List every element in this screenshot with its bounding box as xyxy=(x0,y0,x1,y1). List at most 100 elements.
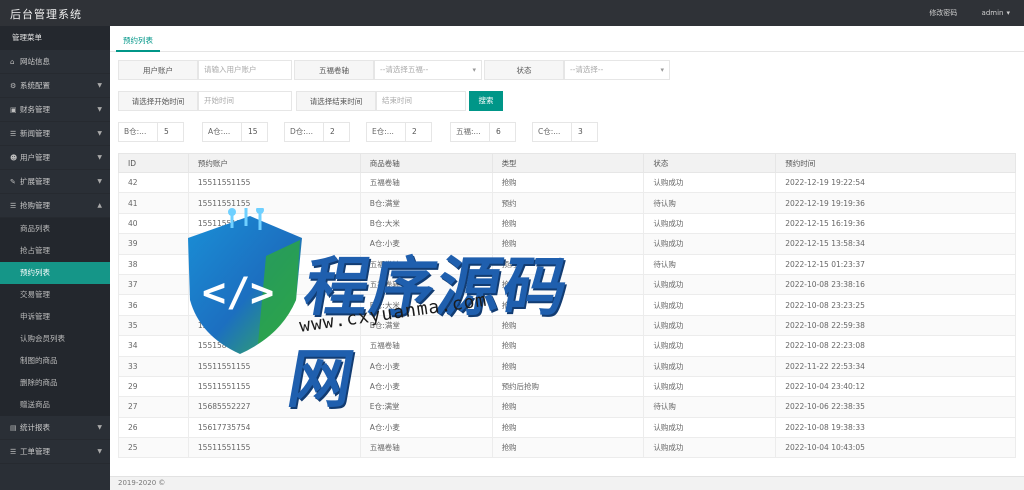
chevron-down-icon: ▼ xyxy=(97,424,102,431)
table-row[interactable]: 26 15617735754 A仓:小麦 抢购 认购成功 2022-10-08 19:38… xyxy=(118,416,1016,439)
user-menu[interactable]: admin xyxy=(982,9,1010,17)
sidebar-item-label: 财务管理 xyxy=(20,105,50,114)
table-cell: 15511551155 xyxy=(187,437,361,459)
users-icon: ☻ xyxy=(10,154,18,162)
sidebar-item-label: 用户管理 xyxy=(20,153,50,162)
table-cell: 2022-10-08 22:23:08 xyxy=(775,335,1016,357)
top-bar: 后台管理系统 修改密码 admin xyxy=(0,0,1024,26)
list-icon: ☰ xyxy=(10,130,17,138)
table-cell: 抢购 xyxy=(491,437,645,459)
chevron-down-icon: ▼ xyxy=(97,178,102,185)
table-row[interactable]: 40 15511551155 B仓:大米 抢购 认购成功 2022-12-15 16:19… xyxy=(118,212,1016,235)
sidebar-subitem[interactable]: 制图的商品 xyxy=(0,350,110,372)
table-cell: 29 xyxy=(118,375,189,398)
sidebar-item-6[interactable]: ☰ 抢购管理 ▲ xyxy=(0,194,110,218)
table-header-cell[interactable]: 类型 xyxy=(491,153,645,173)
chevron-down-icon: ▼ xyxy=(97,82,102,89)
stat-value: 3 xyxy=(571,123,597,141)
sidebar-subitem[interactable]: 预约列表 xyxy=(0,262,110,284)
list-icon: ☰ xyxy=(10,202,17,210)
tab-reservation-list[interactable]: 预约列表 xyxy=(116,34,160,52)
table-header-cell[interactable]: ID xyxy=(118,153,189,173)
sidebar-item-3[interactable]: ☰ 新闻管理 ▼ xyxy=(0,122,110,146)
table-row[interactable]: 35 15511557755 B仓:满堂 抢购 认购成功 2022-10-08 22:59… xyxy=(118,314,1016,337)
table-cell: A仓:小麦 xyxy=(359,355,493,377)
search-button[interactable]: 搜索 xyxy=(469,91,503,111)
table-header-cell[interactable]: 预约账户 xyxy=(187,153,361,173)
sidebar: 管理菜单 ⌂ 网站信息 ⚙ 系统配置 ▼ ▣ 财务管理 ▼ ☰ 新闻管理 ▼ ☻ 用户管理 ▼ ✎ 扩展管理 ▼… xyxy=(0,26,110,490)
status-select[interactable]: --请选择-- xyxy=(564,60,670,80)
user-account-input[interactable]: 请输入用户账户 xyxy=(198,60,292,80)
stat-label: B仓:... xyxy=(124,127,147,136)
product-select[interactable]: --请选择五福-- xyxy=(374,60,482,80)
sidebar-item-label: 新闻管理 xyxy=(20,129,50,138)
table-cell: 抢购 xyxy=(491,314,645,337)
sidebar-item-1[interactable]: ⚙ 系统配置 ▼ xyxy=(0,74,110,98)
sidebar-item-0[interactable]: ⌂ 网站信息 xyxy=(0,50,110,74)
table-cell: 2022-10-08 23:23:25 xyxy=(775,294,1016,316)
sidebar-item-5[interactable]: ✎ 扩展管理 ▼ xyxy=(0,170,110,194)
table-cell: 预约 xyxy=(491,253,645,275)
sidebar-subitem[interactable]: 删除的商品 xyxy=(0,372,110,394)
table-cell: 15511551155 xyxy=(187,375,361,398)
table-row[interactable]: 29 15511551155 A仓:小麦 预约后抢购 认购成功 2022-10-04 23… xyxy=(118,375,1016,398)
start-time-input[interactable]: 开始时间 xyxy=(198,91,292,111)
sidebar-subitem[interactable]: 交易管理 xyxy=(0,284,110,306)
sidebar-item-label: 系统配置 xyxy=(20,81,50,90)
table-row[interactable]: 38 15511551155 五福卷轴 预约 待认购 2022-12-15 01:23:3… xyxy=(118,253,1016,275)
sidebar-item-after-0[interactable]: ▤ 统计报表 ▼ xyxy=(0,416,110,440)
sidebar-item-label: 网站信息 xyxy=(20,57,50,66)
end-time-input[interactable]: 结束时间 xyxy=(376,91,466,111)
table-row[interactable]: 37 15511551155 五福卷轴 抢购 认购成功 2022-10-08 23:38:… xyxy=(118,273,1016,296)
table-cell: 38 xyxy=(118,253,189,275)
table-cell: 2022-10-06 22:38:35 xyxy=(775,396,1016,418)
wrench-icon: ✎ xyxy=(10,178,16,186)
sidebar-subitem[interactable]: 申诉管理 xyxy=(0,306,110,328)
table-header-cell[interactable]: 状态 xyxy=(643,153,777,173)
change-password-link[interactable]: 修改密码 xyxy=(929,9,957,17)
table-cell: 2022-10-08 22:59:38 xyxy=(775,314,1016,337)
table-cell: 2022-12-15 16:19:36 xyxy=(775,212,1016,235)
end-time-label: 请选择结束时间 xyxy=(296,91,376,111)
table-cell: 抢购 xyxy=(491,233,645,255)
table-cell: 36 xyxy=(118,294,189,316)
chevron-down-icon: ▼ xyxy=(97,154,102,161)
stat-value: 5 xyxy=(157,123,183,141)
table-cell: 五福卷轴 xyxy=(359,335,493,357)
table-cell: 37 xyxy=(118,273,189,296)
chevron-down-icon: ▼ xyxy=(97,130,102,137)
sidebar-item-2[interactable]: ▣ 财务管理 ▼ xyxy=(0,98,110,122)
table-row[interactable]: 34 155158 五福卷轴 抢购 认购成功 2022-10-08 22:23:08 xyxy=(118,335,1016,357)
sidebar-subitem[interactable]: 赠送商品 xyxy=(0,394,110,416)
table-cell: 认购成功 xyxy=(643,294,777,316)
table-cell: 待认购 xyxy=(643,253,777,275)
table-row[interactable]: 39 15511551155 A仓:小麦 抢购 认购成功 2022-12-15 13:58… xyxy=(118,233,1016,255)
stat-box: A仓:... 15 xyxy=(202,122,268,142)
table-cell: 抢购 xyxy=(491,335,645,357)
table-row[interactable]: 36 15511551155 B仓:大米 抢购 认购成功 2022-10-08 23:23… xyxy=(118,294,1016,316)
table-cell: 35 xyxy=(118,314,189,337)
table-header-cell[interactable]: 预约时间 xyxy=(775,153,1016,173)
sidebar-subitem[interactable]: 抢占管理 xyxy=(0,240,110,262)
table-cell: 15511551155 xyxy=(187,171,361,194)
table-cell: 15511551155 xyxy=(187,212,361,235)
table-cell: 抢购 xyxy=(491,355,645,377)
table-header-cell[interactable]: 商品卷轴 xyxy=(359,153,493,173)
sidebar-item-4[interactable]: ☻ 用户管理 ▼ xyxy=(0,146,110,170)
table-cell: 五福卷轴 xyxy=(359,253,493,275)
table-row[interactable]: 42 15511551155 五福卷轴 抢购 认购成功 2022-12-19 19:22:… xyxy=(118,171,1016,194)
table-cell: 15511551155 xyxy=(187,192,361,214)
table-row[interactable]: 33 15511551155 A仓:小麦 抢购 认购成功 2022-11-22 22:53… xyxy=(118,355,1016,377)
sidebar-item-after-1[interactable]: ☰ 工单管理 ▼ xyxy=(0,440,110,464)
table-row[interactable]: 41 15511551155 B仓:满堂 预约 待认购 2022-12-19 19:19:… xyxy=(118,192,1016,214)
table-cell: 认购成功 xyxy=(643,314,777,337)
table-row[interactable]: 27 15685552227 E仓:满堂 抢购 待认购 2022-10-06 22:38:… xyxy=(118,396,1016,418)
copyright: 2019-2020 © xyxy=(118,479,166,487)
sidebar-subitem[interactable]: 认购会员列表 xyxy=(0,328,110,350)
stat-value: 15 xyxy=(241,123,267,141)
table-cell: 认购成功 xyxy=(643,375,777,398)
table-cell: 抢购 xyxy=(491,396,645,418)
table-cell: 2022-10-04 23:40:12 xyxy=(775,375,1016,398)
table-row[interactable]: 25 15511551155 五福卷轴 抢购 认购成功 2022-10-04 10:43:… xyxy=(118,437,1016,459)
sidebar-subitem[interactable]: 商品列表 xyxy=(0,218,110,240)
